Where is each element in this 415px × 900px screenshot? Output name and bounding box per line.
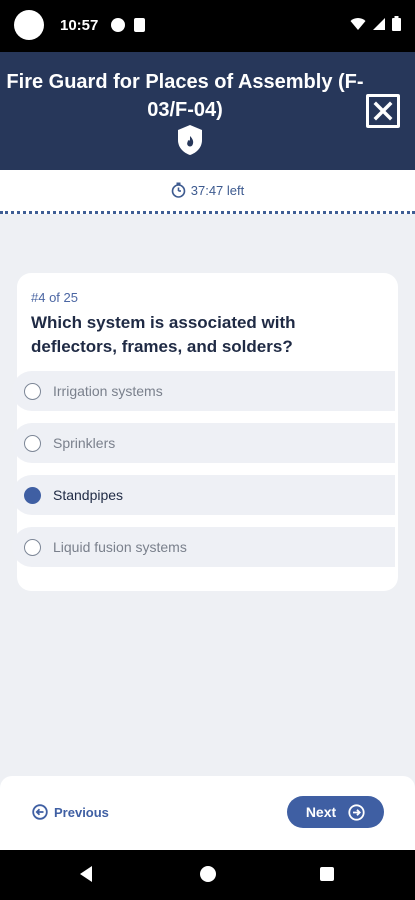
answer-option-label: Sprinklers	[53, 435, 116, 451]
sim-card-icon	[134, 18, 145, 32]
signal-icon	[373, 17, 385, 30]
question-text: Which system is associated with deflecto…	[31, 313, 296, 356]
time-left-text: 37:47 left	[190, 182, 245, 198]
radio-button[interactable]	[24, 538, 41, 556]
quiz-header: Fire Guard for Places of Assembly (F-03/…	[0, 52, 415, 170]
close-icon	[373, 101, 393, 121]
arrow-right-circle-icon	[348, 803, 365, 821]
quiz-title: Fire Guard for Places of Assembly (F-03/…	[6, 71, 364, 121]
timer-bar: 37:47 left	[0, 170, 415, 214]
answer-option[interactable]: Liquid fusion systems	[12, 527, 395, 567]
camera-cutout-icon	[14, 10, 44, 40]
arrow-left-circle-icon	[32, 804, 48, 820]
question-navigation: Previous Next	[0, 776, 415, 850]
answer-option-label: Standpipes	[53, 487, 124, 503]
status-time: 10:57	[60, 17, 99, 34]
home-icon[interactable]	[200, 866, 216, 882]
wifi-icon	[350, 17, 366, 30]
previous-label: Previous	[54, 804, 109, 820]
status-icons	[350, 16, 401, 31]
radio-button[interactable]	[24, 434, 41, 452]
answer-option[interactable]: Sprinklers	[12, 423, 395, 463]
answer-option-label: Liquid fusion systems	[53, 539, 187, 555]
radio-button-checked[interactable]	[24, 486, 41, 504]
recent-apps-icon[interactable]	[320, 867, 334, 881]
fire-shield-icon	[178, 125, 202, 155]
back-icon[interactable]	[80, 866, 92, 882]
answer-option-selected[interactable]: Standpipes	[12, 475, 395, 515]
next-button[interactable]: Next	[287, 796, 384, 828]
app-notification-icon	[111, 18, 125, 32]
next-label: Next	[305, 804, 337, 820]
timer: 37:47 left	[0, 182, 415, 198]
answer-option[interactable]: Irrigation systems	[12, 371, 395, 411]
answer-option-label: Irrigation systems	[53, 383, 163, 399]
close-button[interactable]	[366, 94, 400, 128]
stopwatch-icon	[171, 182, 186, 198]
radio-button[interactable]	[24, 382, 41, 400]
previous-button[interactable]: Previous	[32, 804, 109, 820]
question-number: #4 of 25	[31, 290, 78, 305]
battery-icon	[392, 16, 401, 31]
system-navigation-bar	[0, 850, 415, 900]
status-bar: 10:57	[0, 0, 415, 52]
